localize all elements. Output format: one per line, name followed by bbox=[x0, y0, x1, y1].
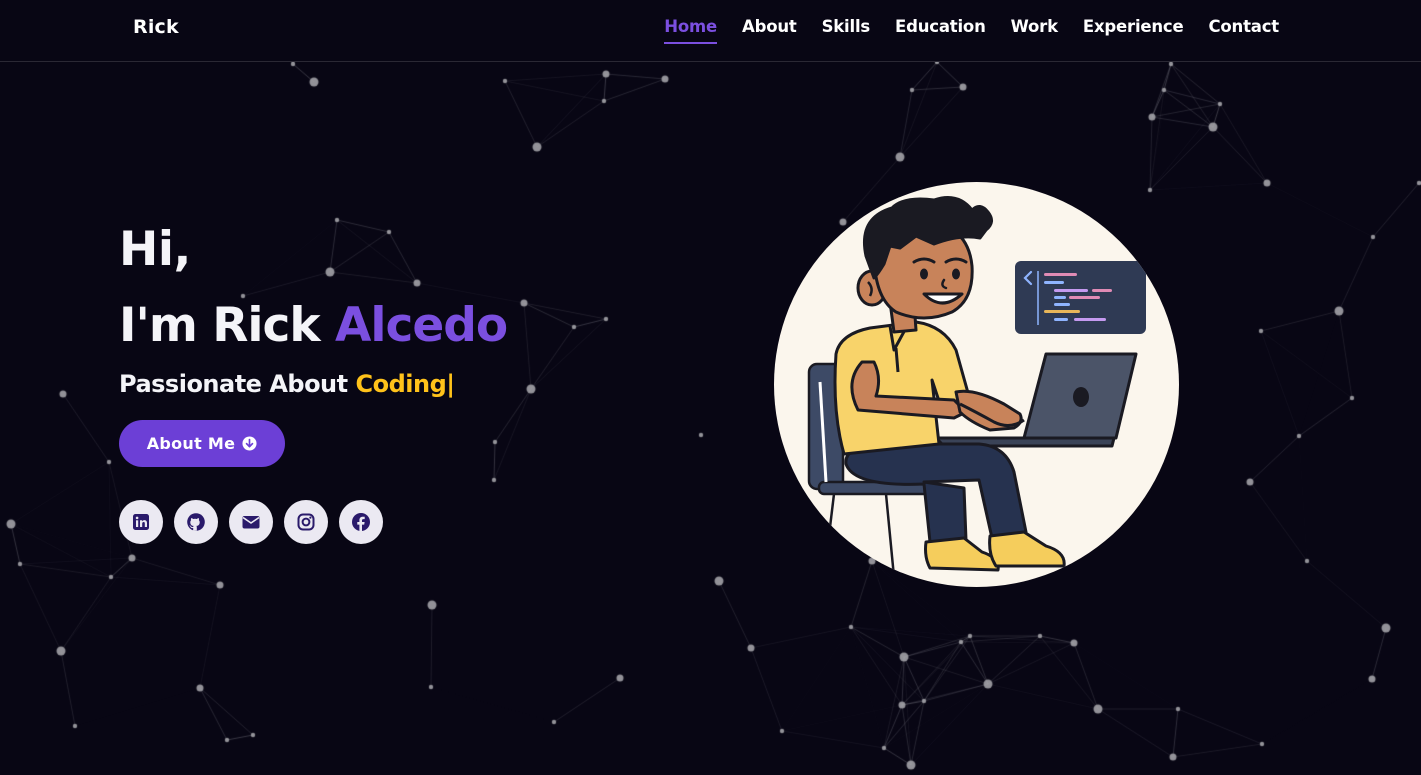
envelope-icon[interactable] bbox=[229, 500, 273, 544]
brand-logo[interactable]: Rick bbox=[133, 16, 179, 38]
typed-text: Coding bbox=[355, 370, 447, 398]
nav-link-home[interactable]: Home bbox=[664, 17, 717, 44]
navbar: Rick Home About Skills Education Work Ex… bbox=[0, 0, 1421, 62]
hero-section: Hi, I'm Rick Alcedo Passionate About Cod… bbox=[119, 222, 508, 544]
tagline-prefix: Passionate About bbox=[119, 370, 348, 398]
nav-link-contact[interactable]: Contact bbox=[1209, 17, 1280, 40]
nav-links: Home About Skills Education Work Experie… bbox=[664, 17, 1280, 44]
nav-link-skills[interactable]: Skills bbox=[822, 17, 871, 40]
nav-link-experience[interactable]: Experience bbox=[1083, 17, 1184, 40]
typing-cursor: | bbox=[446, 370, 455, 398]
nav-link-about[interactable]: About bbox=[742, 17, 797, 40]
hero-greeting: Hi, bbox=[119, 222, 191, 277]
hero-name-last: Alcedo bbox=[335, 298, 508, 353]
arrow-down-circle-icon bbox=[242, 436, 257, 451]
social-links bbox=[119, 500, 507, 544]
facebook-icon[interactable] bbox=[339, 500, 383, 544]
instagram-icon[interactable] bbox=[284, 500, 328, 544]
about-me-button[interactable]: About Me bbox=[119, 420, 285, 467]
nav-link-work[interactable]: Work bbox=[1011, 17, 1058, 40]
github-icon[interactable] bbox=[174, 500, 218, 544]
code-window-icon bbox=[1015, 261, 1146, 334]
linkedin-icon[interactable] bbox=[119, 500, 163, 544]
developer-illustration bbox=[774, 182, 1179, 587]
hero-name-first: I'm Rick bbox=[119, 298, 321, 353]
hero-name: I'm Rick Alcedo bbox=[119, 298, 508, 354]
nav-link-education[interactable]: Education bbox=[895, 17, 986, 40]
hero-tagline: Passionate About Coding| bbox=[119, 370, 507, 398]
about-me-label: About Me bbox=[146, 434, 236, 453]
